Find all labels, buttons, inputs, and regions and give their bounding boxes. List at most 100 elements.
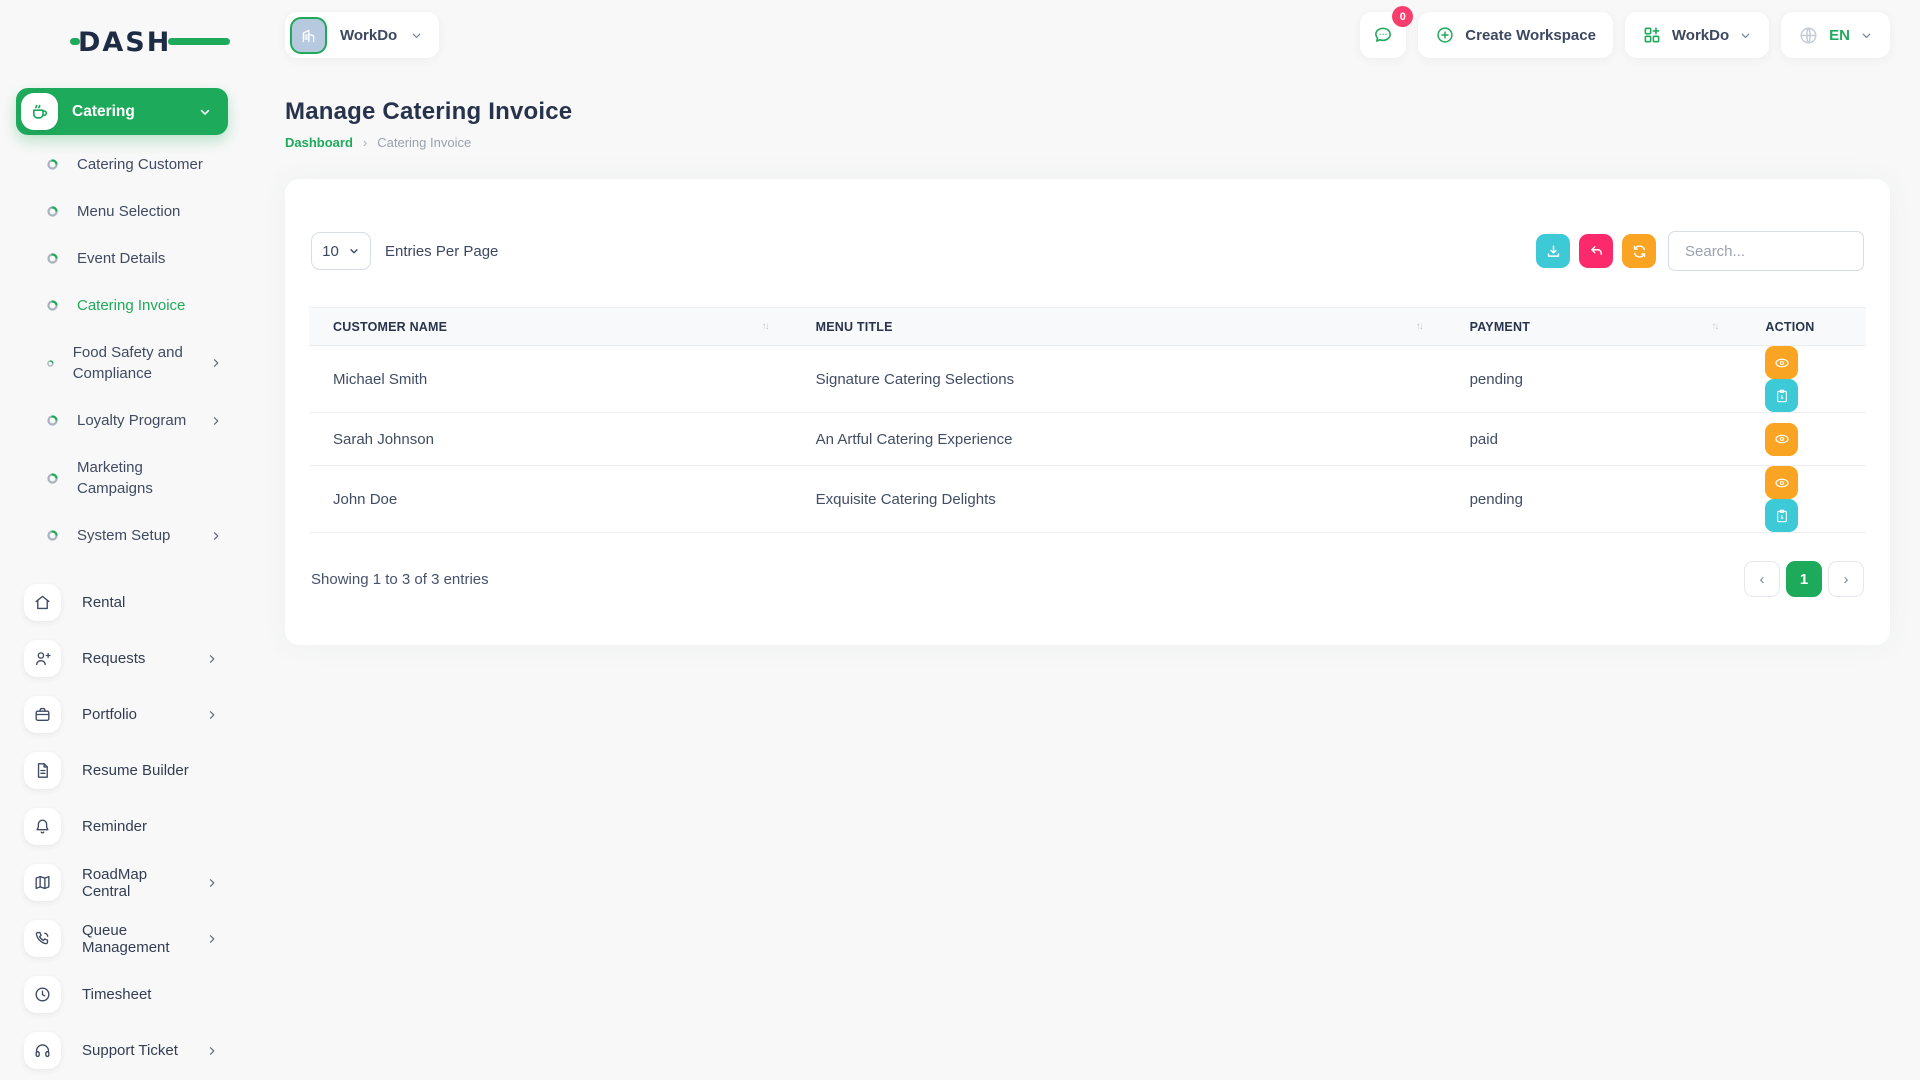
view-invoice-button[interactable] — [1765, 466, 1798, 499]
sidebar-item-timesheet[interactable]: Timesheet — [24, 976, 218, 1013]
user-plus-icon — [24, 640, 61, 677]
cell-customer-name: Sarah Johnson — [309, 413, 792, 466]
sidebar-item-marketing-campaigns[interactable]: Marketing Campaigns — [16, 444, 228, 512]
sidebar-item-food-safety[interactable]: Food Safety and Compliance — [16, 329, 228, 397]
language-selector[interactable]: EN — [1781, 12, 1890, 58]
sidebar-group-catering[interactable]: Catering — [16, 88, 228, 135]
sidebar-item-queue-management[interactable]: Queue Management — [24, 920, 218, 957]
view-invoice-button[interactable] — [1765, 346, 1798, 379]
sidebar-item-requests[interactable]: Requests — [24, 640, 218, 677]
pagination-next-button[interactable]: › — [1828, 561, 1864, 597]
download-icon — [1545, 243, 1562, 260]
sort-icon[interactable]: ↑↓ — [762, 321, 768, 332]
pagination-page-1-button[interactable]: 1 — [1786, 561, 1822, 597]
sort-icon[interactable]: ↑↓ — [1416, 321, 1422, 332]
sidebar-item-label: Event Details — [77, 248, 165, 269]
sidebar-item-system-setup[interactable]: System Setup — [16, 512, 228, 559]
messages-button[interactable]: 0 — [1360, 12, 1406, 58]
breadcrumb-separator: › — [363, 135, 367, 150]
logo-dash-bar — [168, 38, 230, 45]
sidebar-menu: Catering Catering Customer Menu Selectio… — [0, 88, 242, 1080]
export-button[interactable] — [1536, 234, 1570, 268]
main-content: WorkDo 0 Create Workspace — [242, 0, 1920, 1080]
pagination: ‹ 1 › — [1744, 561, 1864, 597]
workspace-selector[interactable]: WorkDo — [285, 12, 439, 58]
entries-per-page-select[interactable]: 10 — [311, 232, 371, 270]
cell-actions: $ — [1741, 346, 1866, 413]
cell-payment-status: pending — [1446, 466, 1742, 533]
sidebar-item-portfolio[interactable]: Portfolio — [24, 696, 218, 733]
table-controls-right — [1527, 231, 1864, 271]
cell-actions: $ — [1741, 466, 1866, 533]
column-header-payment: PAYMENT ↑↓ — [1446, 308, 1742, 346]
view-invoice-button[interactable] — [1765, 423, 1798, 456]
chevron-down-icon — [348, 245, 360, 257]
sidebar: DASH Catering — [0, 0, 242, 1080]
chevron-down-icon — [1739, 29, 1752, 42]
bullet-icon — [47, 300, 58, 311]
sidebar-item-label: Menu Selection — [77, 201, 180, 222]
table-controls: 10 Entries Per Page — [309, 231, 1866, 271]
eye-icon — [1773, 474, 1791, 492]
svg-text:DASH: DASH — [78, 27, 171, 58]
sidebar-item-resume-builder[interactable]: Resume Builder — [24, 752, 218, 789]
sidebar-item-label: RoadMap Central — [82, 866, 185, 900]
payment-invoice-button[interactable]: $ — [1765, 379, 1798, 412]
create-workspace-button[interactable]: Create Workspace — [1418, 12, 1613, 58]
bullet-icon — [47, 159, 58, 170]
payment-invoice-button[interactable]: $ — [1765, 499, 1798, 532]
column-label: CUSTOMER NAME — [333, 320, 447, 334]
sidebar-item-menu-selection[interactable]: Menu Selection — [16, 188, 228, 235]
sidebar-item-catering-customer[interactable]: Catering Customer — [16, 141, 228, 188]
map-icon — [24, 864, 61, 901]
entries-per-page-label: Entries Per Page — [385, 243, 498, 260]
briefcase-icon — [24, 696, 61, 733]
globe-icon — [1798, 25, 1819, 46]
sidebar-item-catering-invoice[interactable]: Catering Invoice — [16, 282, 228, 329]
sidebar-item-support-ticket[interactable]: Support Ticket — [24, 1032, 218, 1069]
language-code: EN — [1829, 27, 1850, 44]
column-header-action: ACTION — [1741, 308, 1866, 346]
column-label: ACTION — [1765, 320, 1814, 334]
sidebar-item-event-details[interactable]: Event Details — [16, 235, 228, 282]
column-label: PAYMENT — [1470, 320, 1530, 334]
chevron-down-icon — [1860, 29, 1873, 42]
chevron-right-icon — [206, 653, 218, 665]
sidebar-item-label: Requests — [82, 650, 145, 667]
undo-arrow-icon — [1588, 243, 1605, 260]
sort-icon[interactable]: ↑↓ — [1711, 321, 1717, 332]
chevron-down-icon — [198, 105, 212, 119]
messages-count-badge: 0 — [1392, 6, 1413, 27]
sidebar-item-loyalty-program[interactable]: Loyalty Program — [16, 397, 228, 444]
cell-menu-title: An Artful Catering Experience — [792, 413, 1446, 466]
sidebar-item-roadmap-central[interactable]: RoadMap Central — [24, 864, 218, 901]
bell-icon — [24, 808, 61, 845]
cell-customer-name: Michael Smith — [309, 346, 792, 413]
sidebar-item-label: Timesheet — [82, 986, 151, 1003]
undo-button[interactable] — [1579, 234, 1613, 268]
pagination-prev-button[interactable]: ‹ — [1744, 561, 1780, 597]
sidebar-item-label: Loyalty Program — [77, 410, 186, 431]
sidebar-item-rental[interactable]: Rental — [24, 584, 218, 621]
cell-actions — [1741, 413, 1866, 466]
breadcrumb: Dashboard › Catering Invoice — [285, 135, 1890, 150]
sidebar-item-reminder[interactable]: Reminder — [24, 808, 218, 845]
create-workspace-label: Create Workspace — [1465, 27, 1596, 44]
sidebar-item-label: Reminder — [82, 818, 147, 835]
bullet-icon — [47, 358, 54, 369]
catering-submenu: Catering Customer Menu Selection Event D… — [16, 141, 228, 559]
sidebar-item-label: System Setup — [77, 525, 170, 546]
document-icon — [24, 752, 61, 789]
bullet-icon — [47, 253, 58, 264]
table-row: John Doe Exquisite Catering Delights pen… — [309, 466, 1866, 533]
workspace-menu-button[interactable]: WorkDo — [1625, 12, 1769, 58]
sidebar-group-label: Catering — [72, 103, 135, 121]
breadcrumb-current: Catering Invoice — [377, 135, 471, 150]
workspace-avatar-building-icon — [290, 17, 327, 54]
refresh-button[interactable] — [1622, 234, 1656, 268]
breadcrumb-dashboard-link[interactable]: Dashboard — [285, 135, 353, 150]
svg-text:$: $ — [1780, 395, 1784, 401]
cell-menu-title: Signature Catering Selections — [792, 346, 1446, 413]
coffee-cup-icon — [21, 93, 58, 130]
search-input[interactable] — [1668, 231, 1864, 271]
